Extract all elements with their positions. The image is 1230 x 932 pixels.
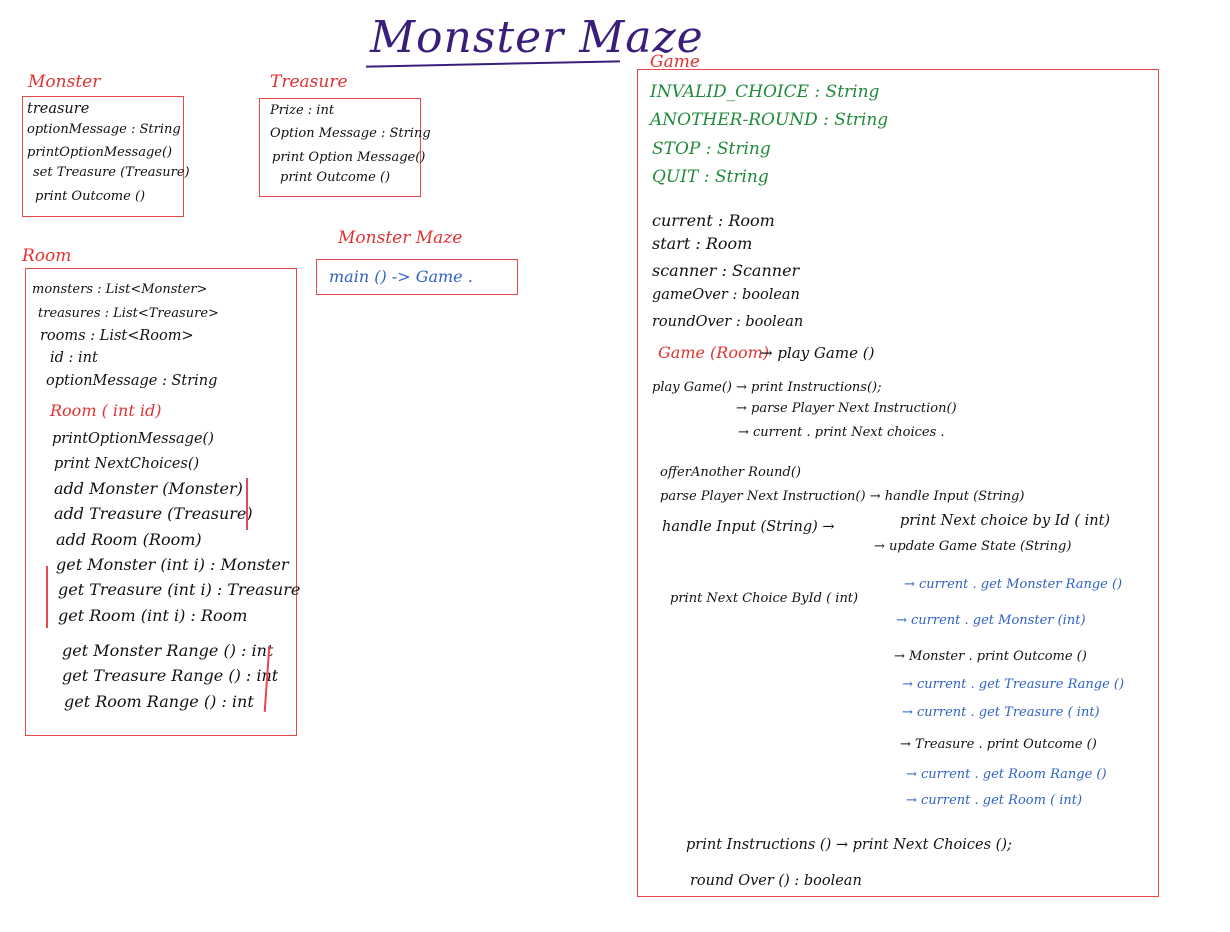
- treasure-member: Option Message : String: [270, 126, 431, 141]
- room-method: get Treasure (int i) : Treasure: [58, 580, 301, 599]
- game-field: current : Room: [652, 211, 775, 230]
- room-field: treasures : List<Treasure>: [38, 306, 219, 321]
- print-next-call: → current . get Treasure Range (): [902, 677, 1125, 692]
- play-game-method: play Game(): [652, 380, 733, 395]
- play-game-call: → current . print Next choices .: [738, 425, 945, 440]
- play-game-call: → print Instructions();: [736, 380, 882, 395]
- game-constant: QUIT : String: [652, 167, 769, 187]
- room-class-label: Room: [22, 246, 72, 266]
- monster-member: set Treasure (Treasure): [33, 165, 190, 180]
- print-next-call: → current . get Monster Range (): [904, 577, 1123, 592]
- print-next-call: → current . get Room Range (): [906, 767, 1107, 782]
- room-field: id : int: [50, 350, 98, 366]
- game-method: offerAnother Round(): [660, 465, 801, 480]
- monster-member: optionMessage : String: [27, 122, 181, 137]
- room-field: monsters : List<Monster>: [32, 282, 208, 297]
- room-field: optionMessage : String: [46, 373, 218, 389]
- room-method: get Treasure Range () : int: [62, 666, 279, 685]
- round-over-method: round Over () : boolean: [690, 873, 862, 889]
- room-method: add Room (Room): [56, 530, 202, 549]
- game-method: parse Player Next Instruction() → handle…: [660, 489, 1025, 504]
- treasure-class-label: Treasure: [270, 72, 348, 92]
- play-game-call: → parse Player Next Instruction(): [736, 401, 957, 416]
- monster-class-box: treasure optionMessage : String printOpt…: [22, 96, 190, 217]
- room-method: add Treasure (Treasure): [54, 504, 253, 523]
- game-constant: STOP : String: [652, 139, 771, 159]
- game-constructor: Game (Room): [658, 343, 770, 362]
- room-method: get Monster (int i) : Monster: [56, 555, 289, 574]
- game-method-call: print Next choice by Id ( int): [900, 513, 1111, 529]
- treasure-member: print Option Message(): [272, 150, 426, 165]
- game-constant: INVALID_CHOICE : String: [650, 82, 880, 102]
- monster-member: printOptionMessage(): [27, 145, 173, 160]
- maze-main-method: main () -> Game .: [329, 267, 473, 286]
- room-method: get Room (int i) : Room: [58, 606, 248, 625]
- maze-class-box: main () -> Game .: [316, 259, 518, 295]
- game-field: scanner : Scanner: [652, 261, 800, 280]
- room-field: rooms : List<Room>: [40, 328, 194, 344]
- room-method: get Monster Range () : int: [62, 641, 274, 660]
- treasure-member: print Outcome (): [280, 170, 391, 185]
- group-bracket: [46, 566, 48, 628]
- game-field: start : Room: [652, 234, 753, 253]
- group-bracket: [246, 478, 248, 530]
- maze-class-label: Monster Maze: [338, 228, 463, 248]
- print-next-choice-method: print Next Choice ById ( int): [670, 591, 859, 606]
- treasure-class-box: Prize : int Option Message : String prin…: [259, 98, 431, 197]
- monster-class-label: Monster: [28, 72, 101, 92]
- room-class-box: monsters : List<Monster> treasures : Lis…: [25, 268, 301, 736]
- room-method: printOptionMessage(): [52, 431, 214, 447]
- treasure-member: Prize : int: [270, 103, 335, 118]
- game-method: handle Input (String) →: [662, 519, 835, 535]
- room-constructor: Room ( int id): [50, 401, 162, 420]
- game-method-call: → update Game State (String): [874, 539, 1072, 554]
- room-method: print NextChoices(): [54, 456, 200, 472]
- room-method: add Monster (Monster): [54, 479, 243, 498]
- print-next-call: → current . get Treasure ( int): [902, 705, 1100, 720]
- game-field: gameOver : boolean: [652, 287, 800, 303]
- print-next-call: → current . get Room ( int): [906, 793, 1083, 808]
- game-field: roundOver : boolean: [652, 314, 804, 330]
- game-constant: ANOTHER-ROUND : String: [650, 110, 889, 130]
- monster-member: treasure: [27, 101, 90, 117]
- print-next-call: → current . get Monster (int): [896, 613, 1086, 628]
- room-method: get Room Range () : int: [64, 692, 254, 711]
- print-next-call: → Treasure . print Outcome (): [900, 737, 1097, 752]
- game-class-box: INVALID_CHOICE : String ANOTHER-ROUND : …: [637, 69, 1159, 897]
- game-constructor-call: → play Game (): [760, 344, 875, 362]
- print-instructions-method: print Instructions () → print Next Choic…: [686, 837, 1012, 853]
- monster-member: print Outcome (): [35, 189, 146, 204]
- print-next-call: → Monster . print Outcome (): [894, 649, 1087, 664]
